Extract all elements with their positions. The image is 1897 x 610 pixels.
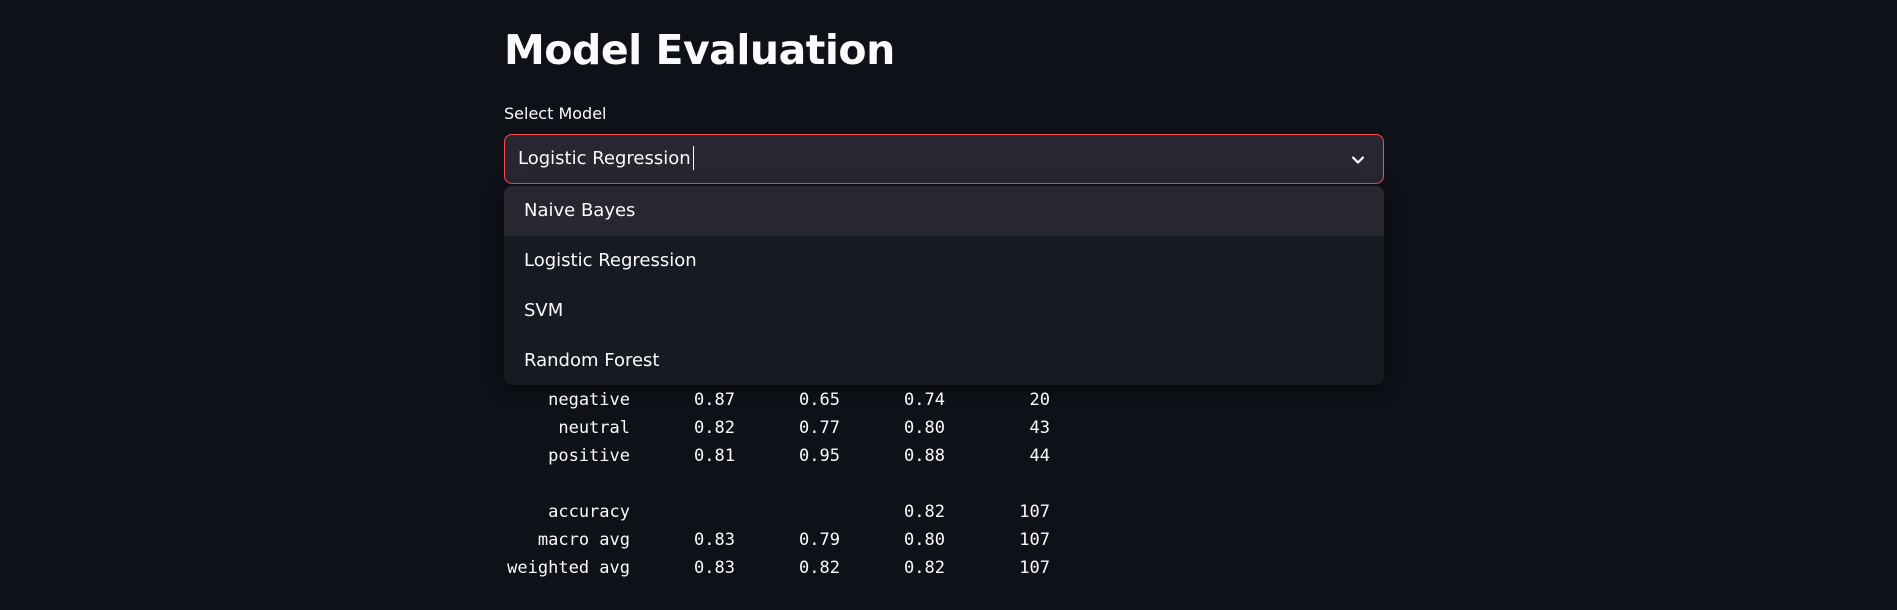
- f1-value: 0.82: [904, 558, 945, 578]
- report-row-macro-avg: macro avg 0.83 0.79 0.80 107: [504, 526, 1050, 554]
- support-value: 44: [1029, 446, 1050, 466]
- report-row-weighted-avg: weighted avg 0.83 0.82 0.82 107: [504, 554, 1050, 582]
- model-select-value-text: Logistic Regression: [518, 148, 691, 169]
- report-row-negative: negative 0.87 0.65 0.74 20: [504, 386, 1050, 414]
- support-value: 107: [1019, 502, 1050, 522]
- row-label: accuracy: [548, 502, 630, 522]
- precision-value: 0.82: [694, 418, 735, 438]
- row-label: weighted avg: [507, 558, 630, 578]
- option-naive-bayes[interactable]: Naive Bayes: [504, 186, 1384, 236]
- main-content: Model Evaluation Select Model Logistic R…: [504, 0, 1384, 610]
- recall-value: 0.95: [799, 446, 840, 466]
- recall-value: 0.82: [799, 558, 840, 578]
- f1-value: 0.80: [904, 418, 945, 438]
- precision-value: 0.87: [694, 390, 735, 410]
- precision-value: 0.83: [694, 530, 735, 550]
- model-select[interactable]: Logistic Regression: [504, 134, 1384, 184]
- chevron-down-icon[interactable]: [1349, 151, 1367, 169]
- option-random-forest[interactable]: Random Forest: [504, 336, 1384, 385]
- f1-value: 0.88: [904, 446, 945, 466]
- report-row-neutral: neutral 0.82 0.77 0.80 43: [504, 414, 1050, 442]
- model-select-value[interactable]: Logistic Regression: [518, 145, 694, 170]
- recall-value: 0.79: [799, 530, 840, 550]
- precision-value: 0.81: [694, 446, 735, 466]
- support-value: 107: [1019, 558, 1050, 578]
- report-row-accuracy: accuracy 0.82 107: [504, 498, 1050, 526]
- page-title: Model Evaluation: [504, 26, 895, 74]
- recall-value: 0.77: [799, 418, 840, 438]
- report-row-positive: positive 0.81 0.95 0.88 44: [504, 442, 1050, 470]
- f1-value: 0.74: [904, 390, 945, 410]
- select-model-label: Select Model: [504, 104, 607, 123]
- recall-value: 0.65: [799, 390, 840, 410]
- option-logistic-regression[interactable]: Logistic Regression: [504, 236, 1384, 286]
- row-label: neutral: [558, 418, 630, 438]
- row-label: positive: [548, 446, 630, 466]
- classification-report: negative 0.87 0.65 0.74 20 neutral 0.82 0.77 0.…: [504, 386, 1050, 582]
- precision-value: 0.83: [694, 558, 735, 578]
- model-dropdown-menu: Naive Bayes Logistic Regression SVM Rand…: [504, 186, 1384, 385]
- support-value: 107: [1019, 530, 1050, 550]
- report-spacer: [504, 470, 1050, 498]
- text-caret: [692, 145, 694, 170]
- f1-value: 0.80: [904, 530, 945, 550]
- option-svm[interactable]: SVM: [504, 286, 1384, 336]
- support-value: 20: [1029, 390, 1050, 410]
- support-value: 43: [1029, 418, 1050, 438]
- f1-value: 0.82: [904, 502, 945, 522]
- row-label: negative: [548, 390, 630, 410]
- row-label: macro avg: [537, 530, 630, 550]
